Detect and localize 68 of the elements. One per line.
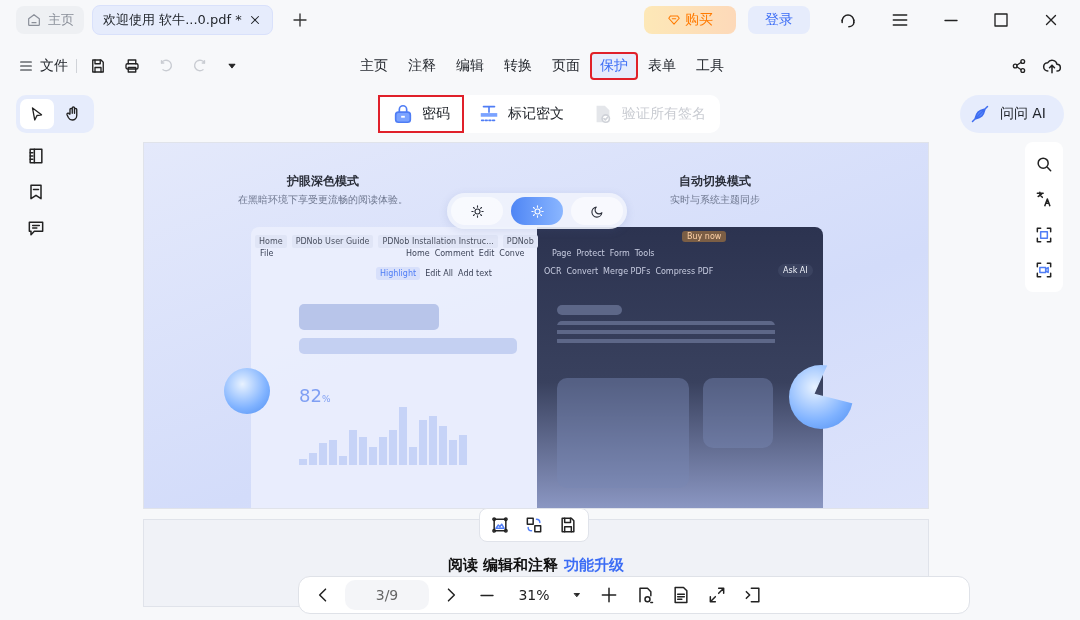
menu-tab[interactable]: 转换 — [494, 52, 542, 80]
protect-tool-button[interactable]: 密码 — [378, 95, 464, 133]
mini-menu-label: Page — [552, 249, 572, 258]
share-button[interactable] — [1010, 56, 1028, 76]
illustration-subtitle: 在黑暗环境下享受更流畅的阅读体验。 — [237, 193, 409, 207]
panel-icon — [26, 146, 46, 166]
save-button[interactable] — [558, 515, 578, 535]
mini-tool-label: Compress PDF — [655, 267, 714, 276]
ask-ai-button[interactable]: 问问 AI — [959, 95, 1064, 133]
diamond-icon — [667, 13, 681, 27]
menu-tab[interactable]: 工具 — [686, 52, 734, 80]
plus-icon — [599, 585, 619, 605]
minus-icon — [477, 593, 497, 597]
protect-tool-button[interactable]: 标记密文 — [464, 95, 578, 133]
mini-menu-label: Home — [406, 249, 430, 258]
menu-tab[interactable]: 主页 — [350, 52, 398, 80]
mini-menu-label: Comment — [434, 249, 474, 258]
login-button[interactable]: 登录 — [748, 6, 810, 34]
mini-tool-label: Highlight — [376, 267, 421, 280]
mini-menu-label: Protect — [576, 249, 605, 258]
skeleton-bar — [557, 305, 622, 315]
mini-menu-label: Edit — [478, 249, 495, 258]
skeleton-card — [703, 378, 773, 448]
lock-icon — [392, 103, 414, 125]
swap-icon — [524, 515, 544, 535]
image-frame-icon — [490, 515, 510, 535]
file-menu-button[interactable]: 文件 — [18, 57, 68, 75]
maximize-icon — [992, 11, 1010, 29]
illustration-title: 护眼深色模式 — [286, 173, 360, 190]
menu-tab[interactable]: 编辑 — [446, 52, 494, 80]
extract-image-button[interactable] — [490, 515, 510, 535]
mini-tool-label: OCR — [544, 267, 562, 276]
select-tool-button[interactable] — [20, 99, 54, 129]
printer-icon — [123, 57, 141, 75]
plus-icon — [290, 11, 309, 29]
document-icon — [671, 585, 691, 605]
exit-icon — [743, 585, 763, 605]
minimize-icon — [942, 18, 960, 22]
menu-tab[interactable]: 表单 — [638, 52, 686, 80]
mini-menu-label: Form — [609, 249, 630, 258]
menu-tab[interactable]: 页面 — [542, 52, 590, 80]
menu-tab[interactable]: 保护 — [590, 52, 638, 80]
page-number-field[interactable]: 3/9 — [345, 580, 429, 610]
sun-icon — [529, 203, 545, 219]
mini-tool-label: Convert — [566, 267, 599, 276]
sun-icon — [469, 203, 485, 219]
mini-menu-label: Tools — [634, 249, 655, 258]
mini-tool-label: Edit All — [425, 269, 454, 278]
percentage-stat: 82% — [299, 385, 331, 406]
mini-tool-label: Add text — [458, 269, 492, 278]
page-heading: 阅读 编辑和注释 功能升级 — [448, 556, 624, 575]
sun-orb-drawing — [224, 368, 270, 414]
mini-tool-label: Merge PDFs — [603, 267, 651, 276]
share-icon — [1010, 57, 1028, 75]
tab[interactable]: 欢迎使用 软牛...0.pdf * — [92, 5, 273, 35]
home-icon — [26, 12, 42, 28]
illustration-title: 自动切换模式 — [678, 173, 752, 190]
illustration-subtitle: 实时与系统主题同步 — [669, 193, 761, 207]
replace-button[interactable] — [524, 515, 544, 535]
mini-menu-label: Conve — [499, 249, 525, 258]
comment-icon — [26, 218, 46, 238]
save-icon — [558, 515, 578, 535]
menu-tab[interactable]: 注释 — [398, 52, 446, 80]
menu-icon — [18, 58, 34, 74]
save-icon — [89, 57, 107, 75]
zoom-level[interactable]: 31% — [509, 587, 559, 603]
mini-menu-label: File — [260, 249, 274, 258]
expand-icon — [707, 585, 727, 605]
